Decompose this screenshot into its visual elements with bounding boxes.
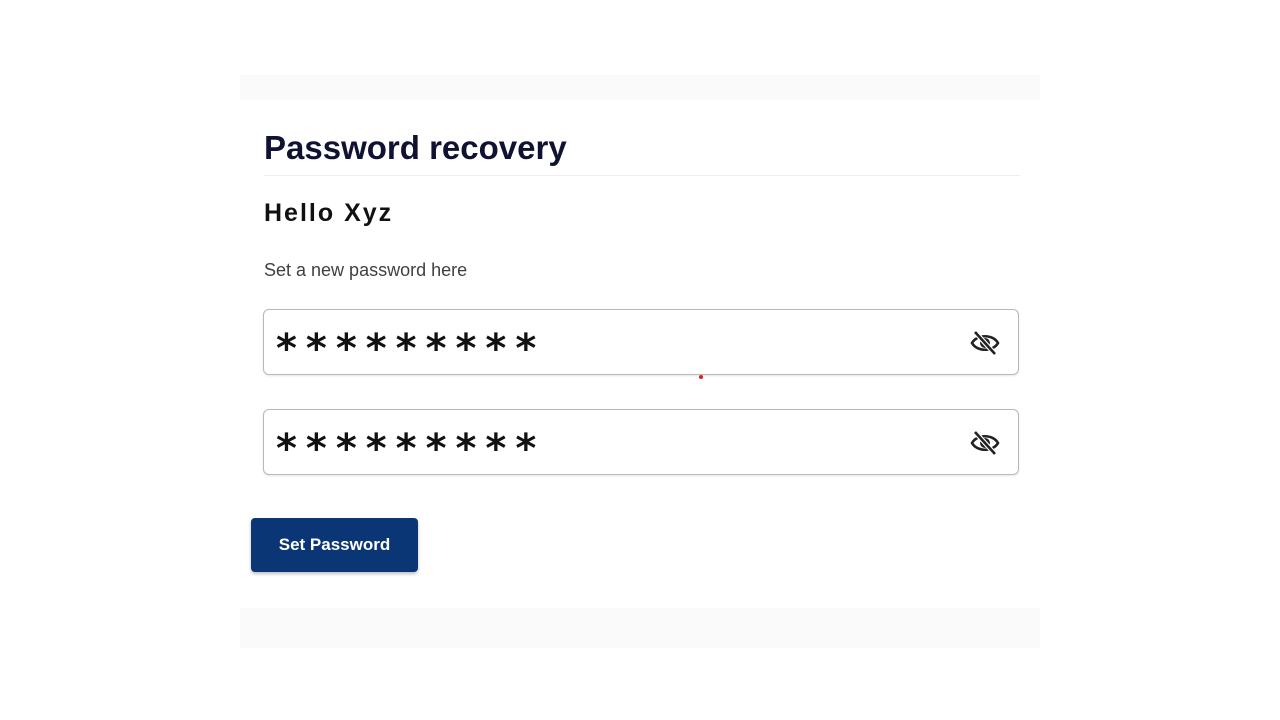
- new-password-value: *********: [276, 326, 546, 372]
- cursor-dot: [699, 375, 703, 379]
- eye-slash-icon[interactable]: [970, 330, 1000, 356]
- top-band: [240, 75, 1040, 100]
- confirm-password-value: *********: [276, 426, 546, 472]
- page: Password recovery Hello Xyz Set a new pa…: [0, 0, 1280, 720]
- eye-slash-icon[interactable]: [970, 430, 1000, 456]
- page-title: Password recovery: [264, 129, 567, 166]
- greeting-text: Hello Xyz: [264, 199, 394, 227]
- bottom-band: [240, 608, 1040, 648]
- new-password-field[interactable]: *********: [263, 309, 1019, 375]
- confirm-password-field[interactable]: *********: [263, 409, 1019, 475]
- set-password-button[interactable]: Set Password: [251, 518, 418, 572]
- instruction-text: Set a new password here: [264, 260, 468, 280]
- title-divider: [264, 175, 1020, 176]
